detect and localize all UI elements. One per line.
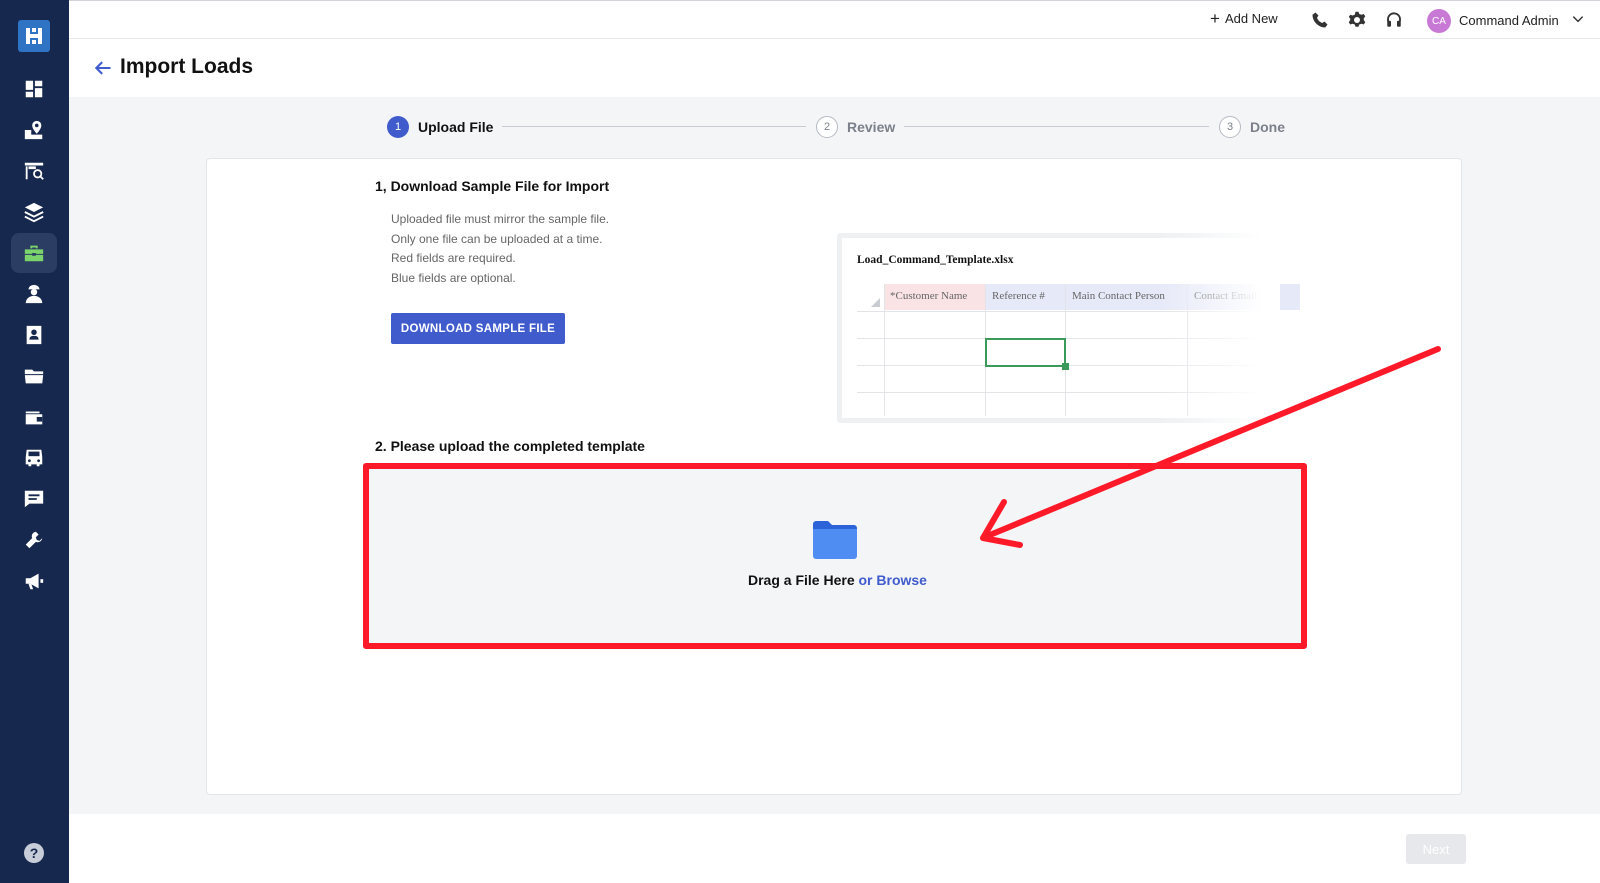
avatar[interactable]: CA [1427,9,1451,33]
sheet-corner [871,298,880,307]
step-number: 2 [816,116,838,138]
section-upload-title: 2. Please upload the completed template [375,438,645,454]
sidebar-item-maintenance[interactable] [11,520,57,560]
layers-icon [24,202,44,223]
sidebar-item-map-loads[interactable] [11,110,57,150]
sidebar-item-search-loads[interactable] [11,151,57,191]
message-icon [24,490,44,508]
avatar-initials: CA [1432,15,1446,27]
truck-icon [25,449,43,467]
step-label: Done [1250,119,1285,135]
megaphone-icon [25,573,44,590]
page-title: Import Loads [120,55,254,78]
step-connector [904,126,1209,127]
sidebar-item-announcements[interactable] [11,561,57,601]
next-button[interactable]: Next [1406,834,1466,864]
sidebar-item-loads[interactable] [11,233,57,273]
header-cell: Reference # [986,284,1065,310]
wallet-icon [25,411,43,425]
driver-icon [25,284,43,304]
user-name[interactable]: Command Admin [1459,13,1559,28]
plus-icon: + [1210,8,1220,28]
app-logo[interactable] [18,20,50,52]
folder-icon [813,521,857,559]
back-arrow-icon[interactable] [93,58,113,78]
hint-line: Red fields are required. [391,251,516,265]
header-cell: *Customer Name [884,284,985,310]
sidebar-item-billing[interactable] [11,397,57,437]
map-loads-icon [24,120,43,140]
hint-line: Only one file can be uploaded at a time. [391,231,603,246]
sidebar-item-layers[interactable] [11,192,57,232]
step-label: Upload File [418,119,494,135]
section-download-title: 1, Download Sample File for Import [375,178,610,194]
sidebar-item-fleet[interactable] [11,438,57,478]
gear-icon[interactable] [1348,11,1366,29]
logo-mark-icon [26,28,42,44]
browse-link[interactable]: or Browse [859,572,927,588]
briefcase-icon [24,245,44,262]
contact-card-icon [26,325,42,345]
headset-icon[interactable] [1385,11,1403,29]
help-button[interactable]: ? [24,843,44,863]
sidebar-item-messages[interactable] [11,479,57,519]
download-hints: Uploaded file must mirror the sample fil… [391,210,609,288]
step-upload-file: 1 Upload File [387,116,493,138]
footer-bar [69,814,1600,883]
add-new-button[interactable]: + Add New [1210,8,1278,28]
template-file-name: Load_Command_Template.xlsx [857,254,1014,266]
step-review: 2 Review [816,116,895,138]
hint-line: Blue fields are optional. [391,270,516,285]
sidebar: ? [0,0,69,883]
sidebar-item-dashboard[interactable] [11,69,57,109]
chevron-down-icon[interactable] [1571,12,1585,26]
step-label: Review [847,119,896,135]
folder-icon [24,369,44,384]
drop-label: Drag a File Here [748,572,855,588]
drop-instructions: Drag a File Here or Browse [748,572,927,588]
help-label: ? [29,845,39,861]
top-bar: + Add New CA Command Admin [69,0,1600,39]
wrench-icon [25,531,43,549]
selected-cell [985,338,1066,367]
step-connector [502,126,806,127]
phone-icon[interactable] [1311,11,1329,29]
hint-line: Uploaded file must mirror the sample fil… [391,212,610,226]
download-sample-button[interactable]: DOWNLOAD SAMPLE FILE [391,313,565,344]
search-loads-icon [24,162,44,180]
sidebar-item-documents[interactable] [11,356,57,396]
step-done: 3 Done [1219,116,1285,138]
sidebar-item-drivers[interactable] [11,274,57,314]
dashboard-icon [25,80,43,98]
sidebar-item-contacts[interactable] [11,315,57,355]
step-number: 1 [387,116,409,138]
step-number: 3 [1219,116,1241,138]
add-new-label: Add New [1224,11,1278,26]
page-header: Import Loads [69,39,1600,97]
